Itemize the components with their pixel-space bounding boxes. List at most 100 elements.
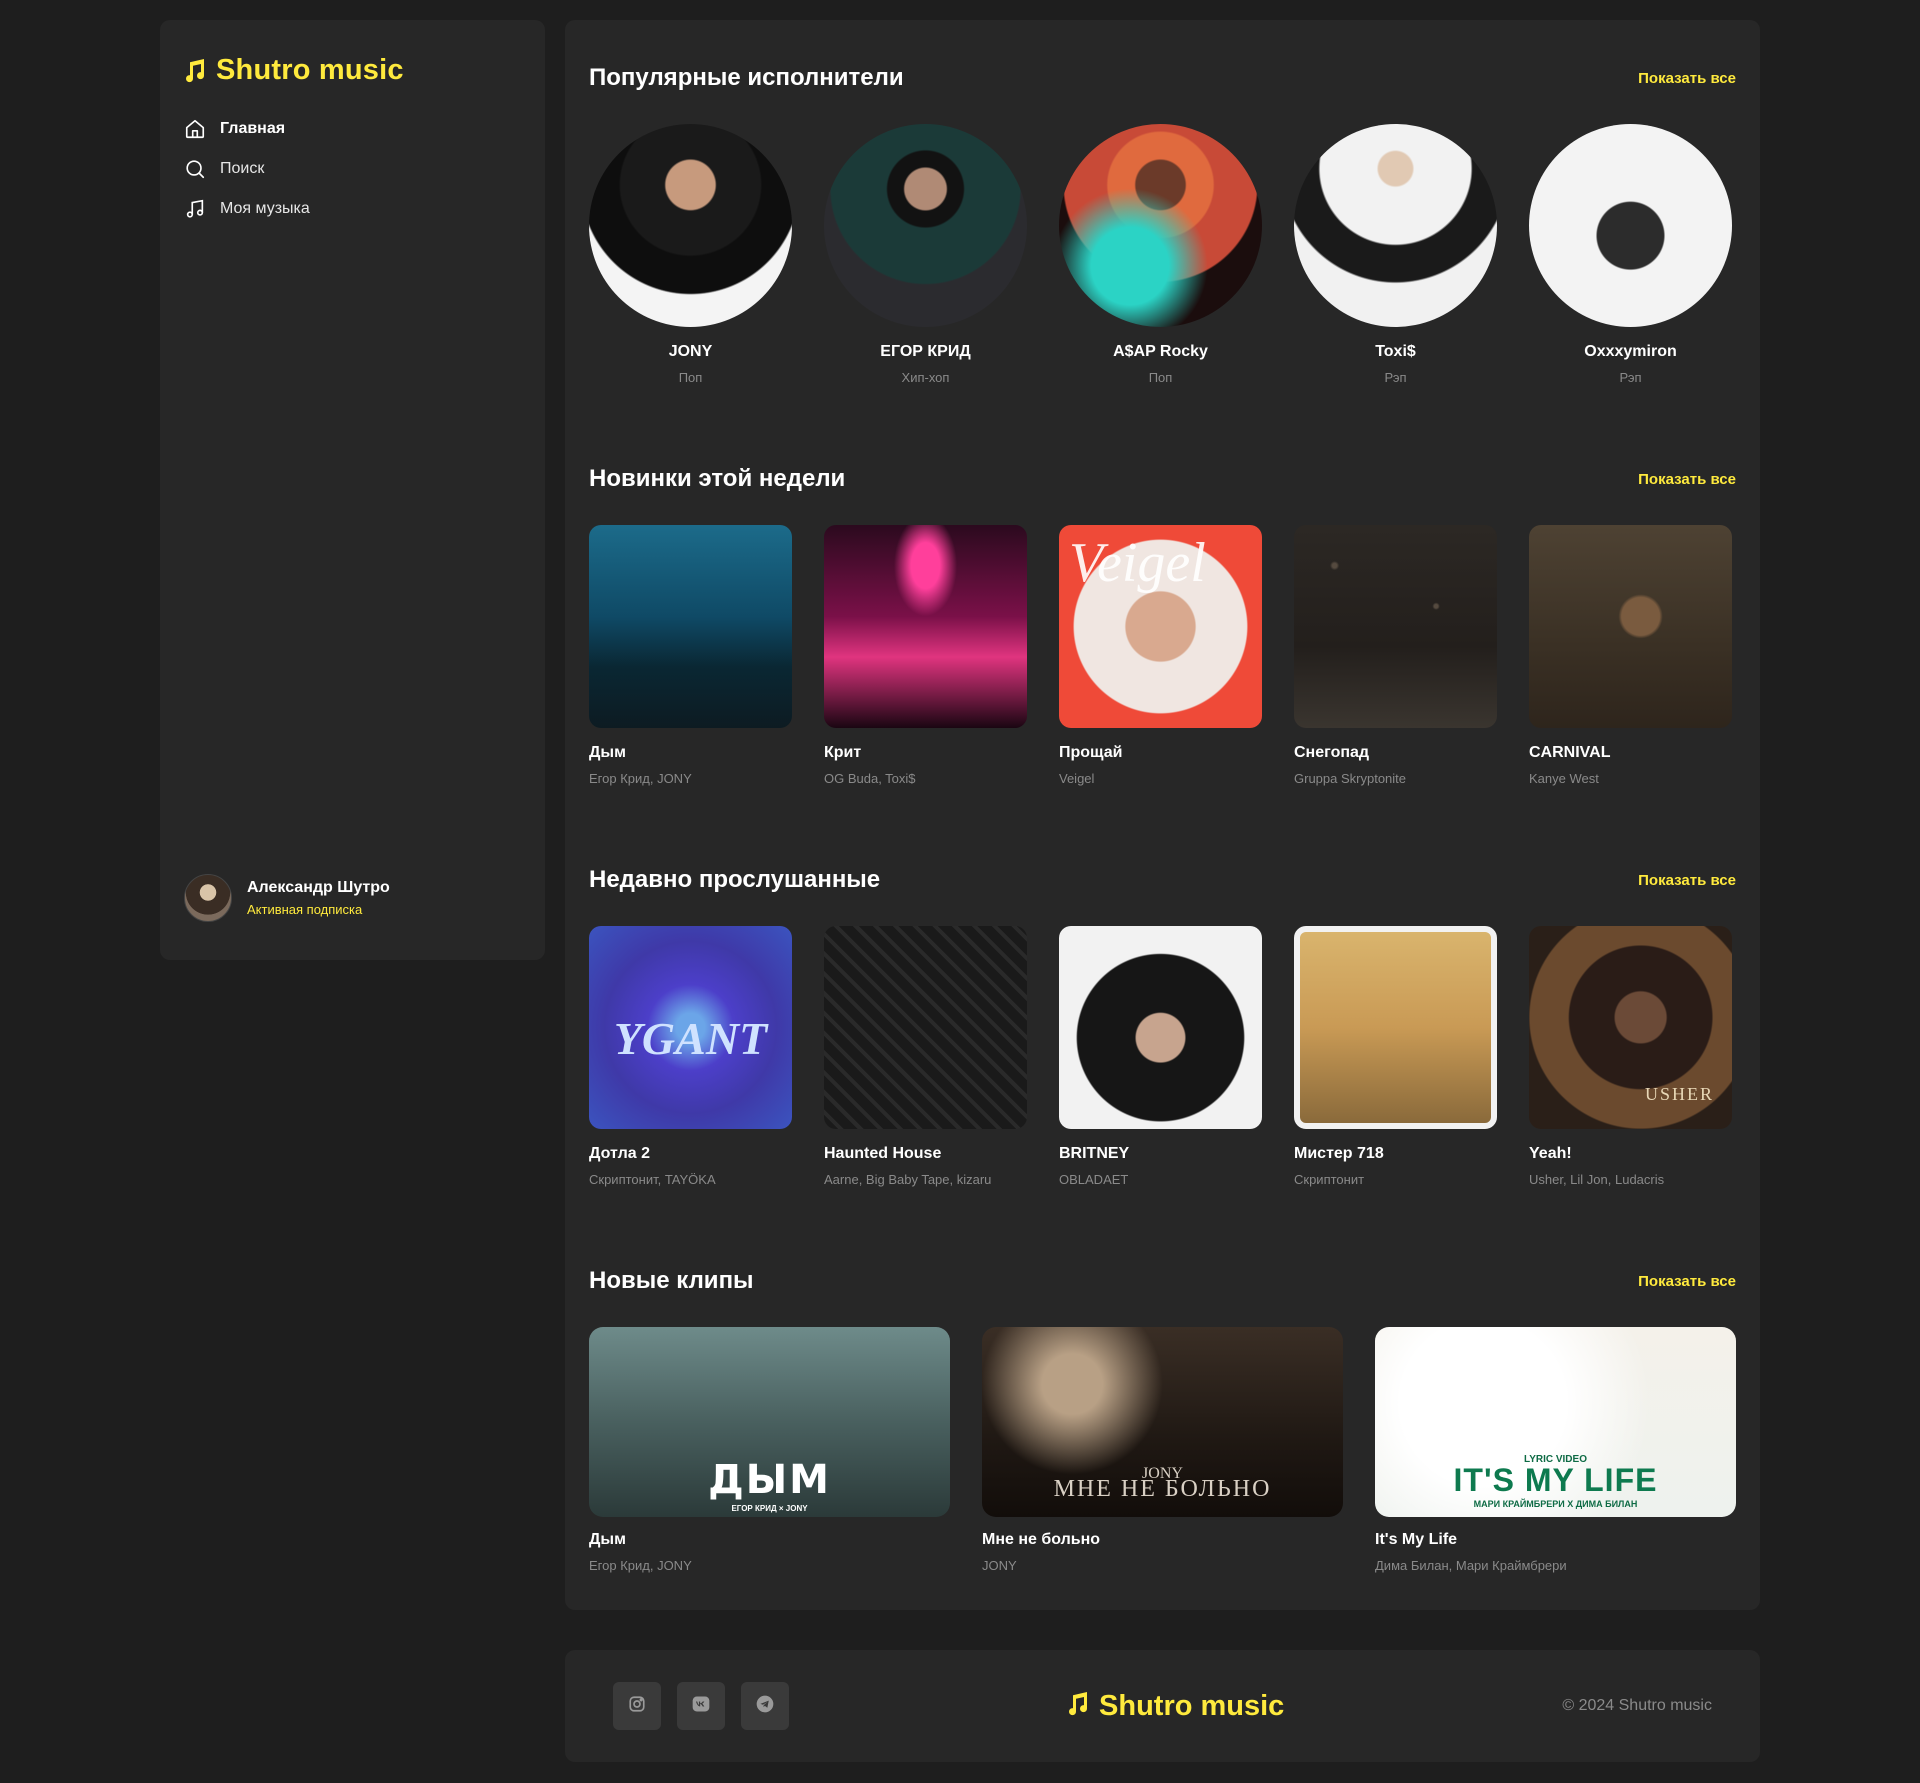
album-title: Дым: [589, 744, 626, 761]
album-cover: [1294, 926, 1497, 1129]
artist-name: Oxxxymiron: [1584, 343, 1677, 360]
album-title: Прощай: [1059, 744, 1123, 761]
artist-name: JONY: [668, 343, 713, 360]
artist-photo: [824, 124, 1027, 327]
cover-text: МАРИ КРАЙМБРЕРИ Х ДИМА БИЛАН: [1473, 1499, 1638, 1509]
album-cover: [1529, 525, 1732, 728]
album-card[interactable]: Снегопад Gruppa Skryptonite: [1294, 525, 1497, 786]
album-card[interactable]: Крит OG Buda, Toxi$: [824, 525, 1027, 786]
artist-genre: Рэп: [1619, 370, 1642, 385]
telegram-link[interactable]: [741, 1682, 789, 1730]
album-card[interactable]: CARNIVAL Kanye West: [1529, 525, 1732, 786]
album-title: Yeah!: [1529, 1145, 1572, 1162]
music-note-icon: [184, 58, 206, 83]
cover-text: IT'S MY LIFE: [1453, 1462, 1658, 1498]
artist-card[interactable]: Oxxxymiron Рэп: [1529, 124, 1732, 385]
section-title: Новинки этой недели: [589, 465, 846, 492]
artist-card[interactable]: ЕГОР КРИД Хип-хоп: [824, 124, 1027, 385]
album-artist: Veigel: [1059, 771, 1095, 786]
album-card[interactable]: Дым Егор Крид, JONY: [589, 525, 792, 786]
section-title: Новые клипы: [589, 1267, 754, 1294]
user-name: Александр Шутро: [247, 879, 390, 896]
album-cover: [824, 926, 1027, 1129]
clip-thumbnail: JONY МНЕ НЕ БОЛЬНО: [982, 1327, 1343, 1517]
album-card[interactable]: BRITNEY OBLADAET: [1059, 926, 1262, 1187]
show-all-link[interactable]: Показать все: [1638, 471, 1736, 488]
album-artist: Gruppa Skryptonite: [1294, 771, 1407, 786]
home-icon: [184, 118, 206, 140]
album-artist: Usher, Lil Jon, Ludacris: [1529, 1172, 1665, 1187]
artist-photo: [589, 124, 792, 327]
clip-card[interactable]: ДЫМ ЕГОР КРИД × JONY Дым Егор Крид, JONY: [589, 1327, 950, 1573]
artist-name: ЕГОР КРИД: [880, 343, 971, 360]
album-title: Снегопад: [1294, 744, 1370, 761]
avatar[interactable]: [184, 874, 232, 922]
artist-name: A$AP Rocky: [1113, 343, 1208, 360]
artist-card[interactable]: Toxi$ Рэп: [1294, 124, 1497, 385]
artist-genre: Поп: [678, 370, 703, 385]
album-cover: Veigel: [1059, 525, 1262, 728]
clip-thumbnail: ДЫМ ЕГОР КРИД × JONY: [589, 1327, 950, 1517]
artist-photo: [1529, 124, 1732, 327]
album-cover: USHER: [1529, 926, 1732, 1129]
main-content: Популярные исполнители Показать все JONY…: [565, 20, 1760, 1610]
album-artist: Скриптонит, TAYÖKA: [589, 1172, 716, 1187]
artist-genre: Рэп: [1384, 370, 1407, 385]
footer-logo[interactable]: Shutro music: [1067, 1690, 1284, 1723]
album-artist: OG Buda, Toxi$: [824, 771, 916, 786]
clip-card[interactable]: JONY МНЕ НЕ БОЛЬНО Мне не больно JONY: [982, 1327, 1343, 1573]
album-card[interactable]: YGANT Дотла 2 Скриптонит, TAYÖKA: [589, 926, 792, 1187]
artist-photo: [1294, 124, 1497, 327]
section-recently-played: Недавно прослушанные Показать все YGANT …: [589, 864, 1736, 1187]
album-card[interactable]: Haunted House Aarne, Big Baby Tape, kiza…: [824, 926, 1027, 1187]
main-nav: Главная Поиск Моя музыка: [184, 117, 521, 221]
album-title: Мистер 718: [1294, 1145, 1384, 1162]
section-title: Популярные исполнители: [589, 64, 904, 91]
album-artist: OBLADAET: [1059, 1172, 1129, 1187]
album-artist: Kanye West: [1529, 771, 1599, 786]
album-card[interactable]: USHER Yeah! Usher, Lil Jon, Ludacris: [1529, 926, 1732, 1187]
nav-label: Главная: [220, 120, 286, 137]
instagram-link[interactable]: [613, 1682, 661, 1730]
cover-text: ЕГОР КРИД × JONY: [731, 1504, 808, 1513]
section-popular-artists: Популярные исполнители Показать все JONY…: [589, 62, 1736, 385]
music-note-icon: [184, 198, 206, 220]
show-all-link[interactable]: Показать все: [1638, 872, 1736, 889]
album-cover: YGANT: [589, 926, 792, 1129]
nav-item-search[interactable]: Поиск: [184, 157, 521, 181]
vk-link[interactable]: [677, 1682, 725, 1730]
artist-card[interactable]: A$AP Rocky Поп: [1059, 124, 1262, 385]
music-note-icon: [1067, 1691, 1089, 1721]
clip-card[interactable]: LYRIC VIDEO IT'S MY LIFE МАРИ КРАЙМБРЕРИ…: [1375, 1327, 1736, 1573]
section-new-clips: Новые клипы Показать все ДЫМ ЕГОР КРИД ×…: [589, 1265, 1736, 1573]
album-title: BRITNEY: [1059, 1145, 1130, 1162]
album-artist: Aarne, Big Baby Tape, kizaru: [824, 1172, 992, 1187]
clip-artist: Дима Билан, Мари Краймбрери: [1375, 1558, 1567, 1573]
brand-name: Shutro music: [1099, 1689, 1285, 1722]
artist-genre: Хип-хоп: [901, 370, 950, 385]
clip-thumbnail: LYRIC VIDEO IT'S MY LIFE МАРИ КРАЙМБРЕРИ…: [1375, 1327, 1736, 1517]
cover-text: МНЕ НЕ БОЛЬНО: [1053, 1476, 1272, 1502]
cover-text: ДЫМ: [708, 1457, 831, 1503]
album-card[interactable]: Мистер 718 Скриптонит: [1294, 926, 1497, 1187]
nav-label: Моя музыка: [220, 200, 310, 217]
copyright: © 2024 Shutro music: [1562, 1697, 1712, 1714]
album-title: Haunted House: [824, 1145, 942, 1162]
clip-title: Мне не больно: [982, 1531, 1101, 1548]
clip-title: Дым: [589, 1531, 626, 1548]
subscription-status: Активная подписка: [247, 902, 363, 917]
show-all-link[interactable]: Показать все: [1638, 70, 1736, 87]
album-card[interactable]: Veigel Прощай Veigel: [1059, 525, 1262, 786]
show-all-link[interactable]: Показать все: [1638, 1273, 1736, 1290]
brand-logo[interactable]: Shutro music: [184, 54, 521, 87]
user-profile[interactable]: Александр Шутро Активная подписка: [184, 874, 390, 922]
nav-item-my-music[interactable]: Моя музыка: [184, 197, 521, 221]
clip-artist: Егор Крид, JONY: [589, 1558, 692, 1573]
album-cover: [1294, 525, 1497, 728]
search-icon: [184, 158, 206, 180]
nav-item-home[interactable]: Главная: [184, 117, 521, 141]
nav-label: Поиск: [220, 160, 265, 177]
artist-card[interactable]: JONY Поп: [589, 124, 792, 385]
cover-text: YGANT: [613, 1013, 768, 1064]
footer: Shutro music © 2024 Shutro music: [565, 1650, 1760, 1762]
